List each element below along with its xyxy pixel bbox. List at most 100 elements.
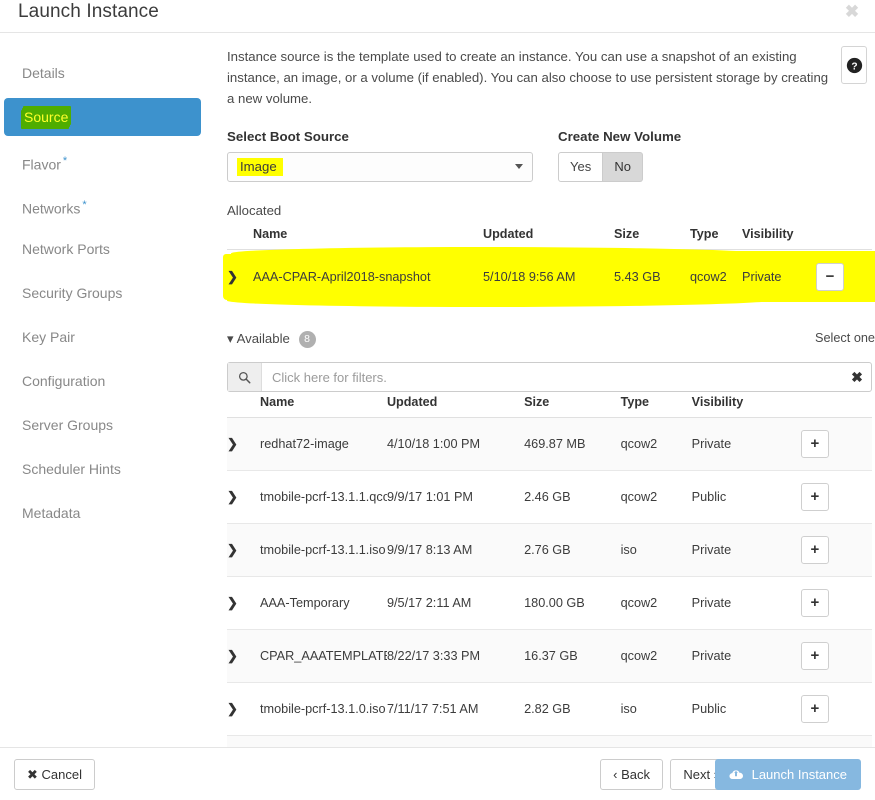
sidebar-item-label: Details [22, 65, 65, 81]
sidebar-item-label: Flavor [22, 156, 61, 173]
sidebar-item-label: Networks [22, 200, 81, 217]
table-row[interactable]: ❯ tmobile-pcrf-13.1.1.iso 9/9/17 8:13 AM 2.… [227, 523, 872, 577]
cell-name: tmobile-pcrf-13.1.1.iso [260, 523, 387, 577]
sidebar-item-network-ports[interactable]: Network Ports [4, 230, 201, 268]
chevron-down-icon: ▾ [227, 331, 234, 346]
back-button[interactable]: ‹ Back [600, 759, 663, 790]
sidebar-item-label: Key Pair [22, 329, 75, 345]
chevron-right-icon[interactable]: ❯ [227, 595, 238, 611]
required-marker-icon: * [62, 155, 68, 167]
sidebar-item-scheduler-hints[interactable]: Scheduler Hints [4, 450, 201, 488]
available-toggle[interactable]: ▾ Available 8 [227, 331, 316, 348]
sidebar-item-label: Scheduler Hints [22, 461, 121, 477]
filter-input[interactable] [262, 368, 843, 386]
add-image-button[interactable]: + [800, 589, 829, 617]
allocated-title: Allocated [227, 203, 282, 218]
cell-type: qcow2 [690, 270, 727, 284]
launch-instance-dialog: Launch Instance ✖ Details Source Flavor * Ne… [0, 0, 875, 800]
close-icon[interactable]: ✖ [842, 2, 862, 22]
launch-instance-button[interactable]: Launch Instance [714, 759, 861, 790]
allocated-col-visibility: Visibility [742, 224, 816, 250]
add-image-button[interactable]: + [800, 483, 829, 511]
required-marker-icon: * [82, 199, 87, 211]
cell-visibility: Public [691, 470, 801, 524]
chevron-down-icon [515, 164, 523, 169]
cell-updated: 8/22/17 3:33 PM [386, 629, 525, 683]
allocated-col-name: Name [253, 224, 483, 250]
sidebar-item-label: Network Ports [22, 241, 110, 257]
cloud-upload-icon [729, 767, 747, 782]
available-col-name: Name [260, 392, 387, 418]
sidebar-item-networks[interactable]: Networks * [4, 186, 201, 224]
create-volume-yes-button[interactable]: Yes [558, 152, 604, 182]
cell-name: AAA-Temporary [260, 576, 387, 630]
sidebar-item-flavor[interactable]: Flavor * [4, 142, 201, 180]
add-image-button[interactable]: + [800, 695, 829, 723]
table-row[interactable]: ❯ AAA-Temporary 9/5/17 2:11 AM 180.00 GB qco… [227, 576, 872, 630]
wizard-sidebar: Details Source Flavor * Networks * Network Por… [0, 34, 205, 538]
cell-updated: 7/11/17 7:51 AM [386, 682, 525, 736]
sidebar-item-source[interactable]: Source [4, 98, 201, 136]
cell-size: 180.00 GB [524, 576, 621, 630]
available-count-badge: 8 [298, 331, 316, 348]
page-title: Launch Instance [18, 1, 159, 22]
cell-size: 2.46 GB [524, 470, 621, 524]
table-row[interactable]: ❯ CPAR_AAATEMPLATE_AUGUST2220178/22/17 3:… [227, 629, 872, 683]
help-circle-icon[interactable]: ? [841, 46, 867, 84]
cell-name: tmobile-pcrf-13.1.0.iso [260, 682, 387, 736]
boot-source-group: Select Boot Source Image [227, 129, 533, 182]
sidebar-item-key-pair[interactable]: Key Pair [4, 318, 201, 356]
create-volume-no-button[interactable]: No [603, 152, 644, 182]
available-col-updated: Updated [386, 392, 525, 418]
svg-text:?: ? [851, 61, 857, 72]
available-header-row: Name Updated Size Type Visibility [227, 392, 872, 418]
cell-type: qcow2 [620, 576, 692, 630]
sidebar-item-configuration[interactable]: Configuration [4, 362, 201, 400]
cell-type: qcow2 [620, 629, 692, 683]
cell-updated: 9/9/17 1:01 PM [386, 470, 525, 524]
cancel-button-label: Cancel [41, 766, 82, 782]
clear-icon[interactable]: ✖ [843, 369, 871, 386]
cell-size: 469.87 MB [524, 417, 621, 471]
cell-size: 16.37 GB [524, 629, 621, 683]
chevron-right-icon[interactable]: ❯ [227, 648, 238, 664]
cell-name: AAA-CPAR-April2018-snapshot [253, 270, 431, 284]
add-image-button[interactable]: + [800, 642, 829, 670]
dialog-titlebar: Launch Instance ✖ [0, 0, 875, 33]
allocated-col-size: Size [614, 224, 690, 250]
sidebar-item-metadata[interactable]: Metadata [4, 494, 201, 532]
sidebar-item-server-groups[interactable]: Server Groups [4, 406, 201, 444]
boot-source-select[interactable]: Image [227, 152, 533, 182]
add-image-button[interactable]: + [800, 430, 829, 458]
cell-visibility: Private [691, 417, 801, 471]
available-col-size: Size [524, 392, 621, 418]
search-icon[interactable] [228, 363, 262, 391]
chevron-right-icon[interactable]: ❯ [227, 436, 238, 452]
filter-bar: ✖ [227, 362, 872, 392]
cancel-button[interactable]: ✖ Cancel [14, 759, 95, 790]
chevron-right-icon[interactable]: ❯ [227, 542, 238, 558]
source-description: Instance source is the template used to … [227, 49, 829, 106]
cell-name: redhat72-image [260, 417, 387, 471]
allocated-header-row: Name Updated Size Type Visibility [227, 224, 872, 250]
table-row[interactable]: ❯ redhat72-image 4/10/18 1:00 PM 469.87 MB q… [227, 417, 872, 471]
cell-updated: 4/10/18 1:00 PM [386, 417, 525, 471]
sidebar-item-label: Security Groups [22, 285, 123, 301]
cell-name: CPAR_AAATEMPLATE_AUGUST222017 [260, 629, 387, 683]
chevron-right-icon[interactable]: ❯ [227, 269, 238, 285]
allocated-table-wrap: Name Updated Size Type Visibility ❯ AAA-C… [223, 224, 875, 307]
sidebar-item-security-groups[interactable]: Security Groups [4, 274, 201, 312]
select-one-hint: Select one [815, 331, 875, 345]
chevron-right-icon[interactable]: ❯ [227, 701, 238, 717]
available-table: Name Updated Size Type Visibility ❯ redha… [227, 392, 872, 800]
sidebar-item-details[interactable]: Details [4, 54, 201, 92]
remove-image-button[interactable]: − [816, 263, 844, 291]
cell-type: iso [620, 682, 692, 736]
cell-size: 2.82 GB [524, 682, 621, 736]
table-row[interactable]: ❯ tmobile-pcrf-13.1.1.qcow29/9/17 1:01 PM… [227, 470, 872, 524]
table-row[interactable]: ❯ AAA-CPAR-April2018-snapshot 5/10/18 9:56… [227, 250, 872, 305]
add-image-button[interactable]: + [800, 536, 829, 564]
table-row[interactable]: ❯ tmobile-pcrf-13.1.0.iso 7/11/17 7:51 AM 2… [227, 682, 872, 736]
cell-visibility: Private [691, 523, 801, 577]
chevron-right-icon[interactable]: ❯ [227, 489, 238, 505]
